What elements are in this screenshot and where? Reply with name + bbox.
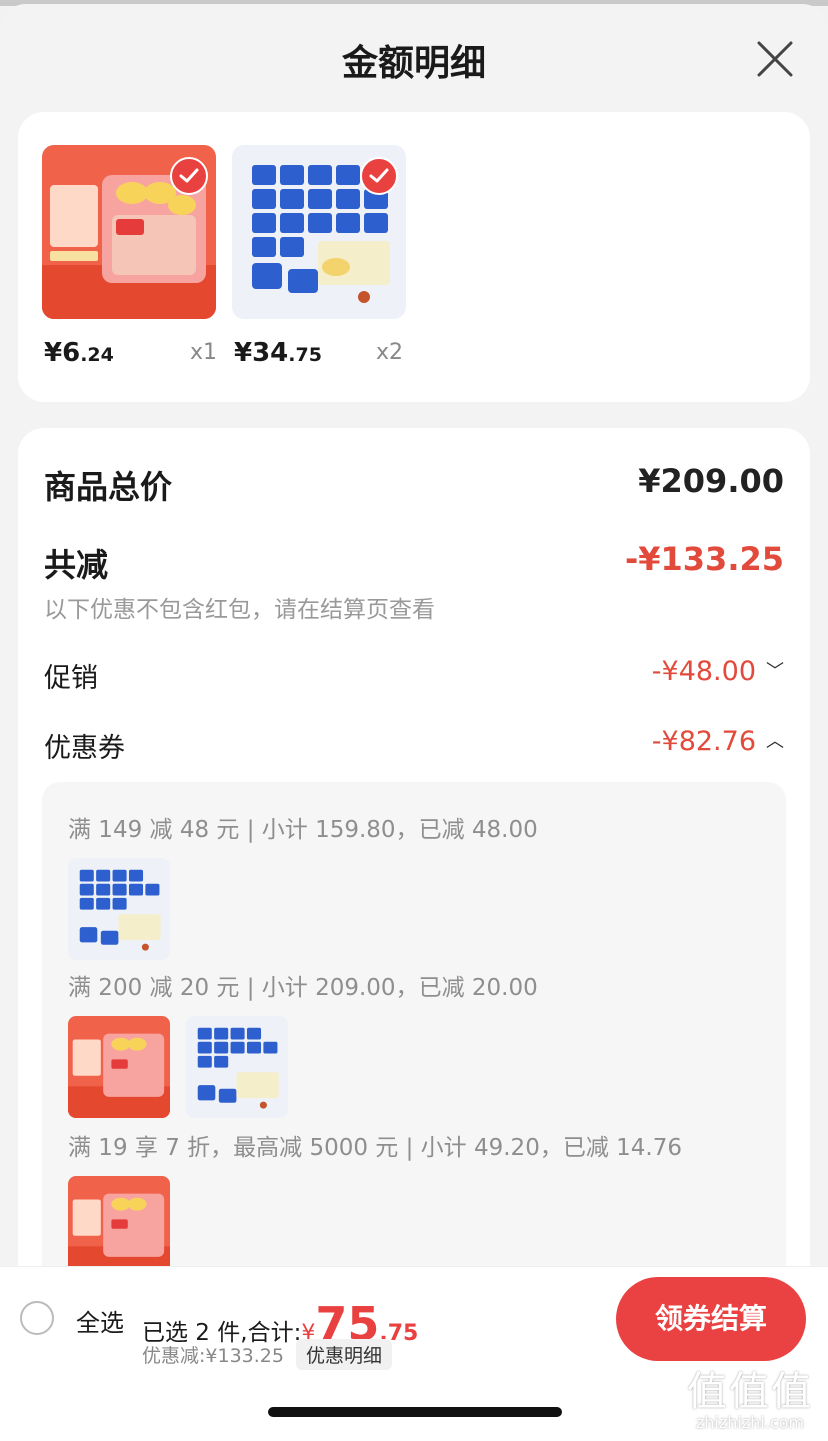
discount-summary: 优惠减:¥133.25 优惠明细 xyxy=(142,1339,392,1370)
coupon-row-toggle[interactable]: -¥82.76 ︿ xyxy=(652,726,784,757)
product-qty: x2 xyxy=(376,340,404,365)
product-thumb-tempo[interactable] xyxy=(232,145,406,319)
chevron-down-icon: ﹀ xyxy=(766,661,784,682)
coupon-item-thumb-liby xyxy=(68,1176,170,1278)
selected-check-icon xyxy=(170,157,208,195)
page-title: 金额明细 xyxy=(341,43,486,84)
product-qty: x1 xyxy=(190,340,218,365)
product-price: ¥34.75 xyxy=(234,338,322,368)
promo-value: -¥48.00 xyxy=(651,656,756,687)
product-price: ¥6.24 xyxy=(44,338,114,368)
coupon-rule: 满 149 减 48 元 | 小计 159.80，已减 48.00 xyxy=(68,817,538,843)
watermark-url: zhizhizhi.com xyxy=(695,1413,805,1432)
close-icon[interactable] xyxy=(754,38,796,80)
chevron-up-icon: ︿ xyxy=(766,731,784,752)
watermark-logo: 值值值 xyxy=(687,1369,813,1415)
discount-text: 优惠减:¥133.25 xyxy=(142,1345,284,1367)
select-all-label[interactable]: 全选 xyxy=(76,1303,124,1338)
selected-products-card: ¥6.24 x1 ¥34.75 x2 xyxy=(18,112,810,402)
home-indicator[interactable] xyxy=(268,1407,562,1417)
discount-detail-button[interactable]: 优惠明细 xyxy=(295,1339,392,1370)
coupon-item-thumb-tempo xyxy=(68,858,170,960)
coupon-rule: 满 19 享 7 折，最高减 5000 元 | 小计 49.20，已减 14.7… xyxy=(68,1135,682,1161)
product-thumb-liby[interactable] xyxy=(42,145,216,319)
discount-note: 以下优惠不包含红包，请在结算页查看 xyxy=(44,597,435,623)
checkout-button[interactable]: 领券结算 xyxy=(616,1277,806,1361)
coupon-label: 优惠券 xyxy=(44,733,125,764)
subtotal-value: ¥209.00 xyxy=(638,462,784,500)
total-discount-label: 共减 xyxy=(44,546,109,584)
promo-label: 促销 xyxy=(44,663,98,694)
selected-check-icon xyxy=(360,157,398,195)
coupon-item-thumb-tempo xyxy=(186,1016,288,1118)
watermark: 值值值 zhizhizhi.com xyxy=(676,1359,824,1432)
subtotal-label: 商品总价 xyxy=(44,468,173,506)
total-discount-value: -¥133.25 xyxy=(624,540,784,578)
select-all-radio[interactable] xyxy=(20,1301,54,1335)
promo-row-toggle[interactable]: -¥48.00 ﹀ xyxy=(652,656,784,687)
coupon-rule: 满 200 减 20 元 | 小计 209.00，已减 20.00 xyxy=(68,975,538,1001)
coupon-item-thumb-liby xyxy=(68,1016,170,1118)
amount-detail-sheet: 金额明细 ¥6.24 x1 ¥34.75 x2 商品总价 ¥209.00 共减 … xyxy=(0,4,828,1441)
coupon-value: -¥82.76 xyxy=(651,726,756,757)
